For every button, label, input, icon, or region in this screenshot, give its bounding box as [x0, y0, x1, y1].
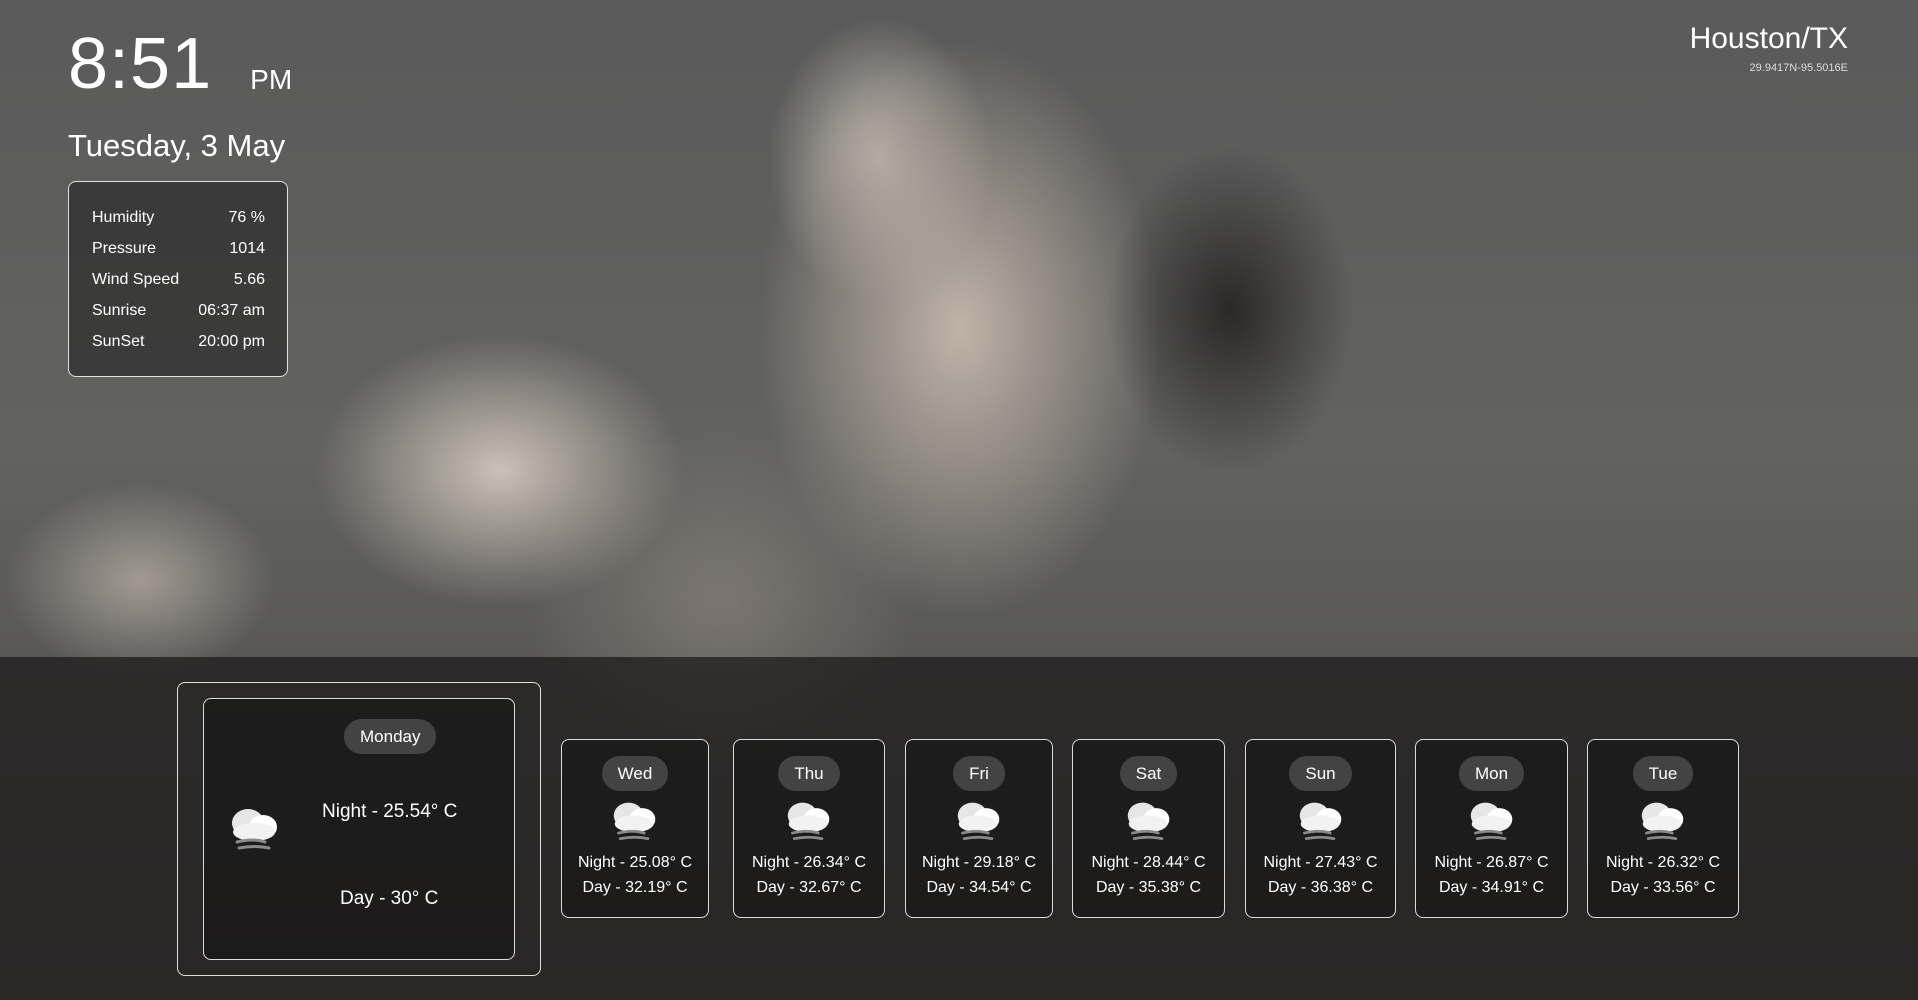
today-day-temp: Day - 30° C [340, 888, 439, 909]
stat-value: 06:37 am [198, 302, 265, 319]
cloud-wind-icon [787, 802, 830, 840]
weather-stats-panel: Humidity 76 % Pressure 1014 Wind Speed 5… [68, 181, 288, 377]
forecast-day-temp: Day - 36.38° C [1267, 879, 1374, 896]
stat-label: Pressure [92, 240, 157, 257]
forecast-day-label: Sun [1289, 756, 1352, 791]
clock-time: 8:51 [68, 24, 213, 104]
stat-row-sunset: SunSet 20:00 pm [92, 326, 265, 357]
forecast-card-wed: Wed Night - 25.08° C Day - 32.19° C [561, 739, 709, 918]
cloud-wind-icon [1470, 802, 1512, 840]
forecast-day-temp: Day - 34.91° C [1438, 879, 1545, 896]
stat-value: 1014 [229, 240, 265, 257]
city-name: Houston/TX [1689, 22, 1848, 55]
cloud-wind-icon [1641, 802, 1684, 840]
clock: 8:51 PM [68, 28, 292, 100]
forecast-day-label: Fri [953, 756, 1005, 791]
forecast-day-label: Thu [778, 756, 840, 791]
stat-row-sunrise: Sunrise 06:37 am [92, 295, 265, 326]
forecast-day-label: Tue [1632, 756, 1694, 791]
stat-label: SunSet [92, 333, 145, 350]
forecast-night-temp: Night - 26.34° C [751, 854, 866, 871]
forecast-night-temp: Night - 29.18° C [921, 854, 1036, 871]
stat-label: Wind Speed [92, 271, 180, 288]
forecast-day-temp: Day - 32.19° C [582, 879, 688, 896]
forecast-card-tue: Tue Night - 26.32° C Day - 33.56° C [1587, 739, 1739, 918]
stat-row-humidity: Humidity 76 % [92, 202, 265, 233]
coordinates: 29.9417N-95.5016E [1749, 62, 1848, 74]
forecast-night-temp: Night - 27.43° C [1263, 854, 1378, 871]
forecast-day-temp: Day - 34.54° C [926, 879, 1032, 896]
cloud-wind-icon [1299, 802, 1341, 840]
stat-row-wind-speed: Wind Speed 5.66 [92, 264, 265, 295]
forecast-card-sat: Sat Night - 28.44° C Day - 35.38° C [1072, 739, 1225, 918]
stat-value: 76 % [228, 209, 265, 226]
stat-value: 5.66 [233, 271, 265, 288]
stat-row-pressure: Pressure 1014 [92, 233, 265, 264]
cloud-wind-icon [613, 802, 656, 840]
forecast-day-temp: Day - 33.56° C [1610, 879, 1716, 896]
forecast-night-temp: Night - 26.32° C [1605, 854, 1720, 871]
cloud-wind-icon [225, 804, 285, 856]
forecast-night-temp: Night - 28.44° C [1091, 854, 1206, 871]
today-day-label: Monday [344, 719, 437, 754]
forecast-card-mon: Mon Night - 26.87° C Day - 34.91° C [1415, 739, 1568, 918]
forecast-day-label: Wed [601, 756, 669, 791]
cloud-wind-icon [957, 802, 1000, 840]
forecast-day-label: Sat [1119, 756, 1178, 791]
stat-value: 20:00 pm [198, 333, 265, 350]
today-night-temp: Night - 25.54° C [322, 801, 458, 822]
forecast-day-temp: Day - 35.38° C [1095, 879, 1202, 896]
forecast-card-thu: Thu Night - 26.34° C Day - 32.67° C [733, 739, 885, 918]
current-date: Tuesday, 3 May [68, 128, 286, 163]
clock-ampm: PM [250, 64, 293, 95]
forecast-day-label: Mon [1458, 756, 1525, 791]
forecast-card-sun: Sun Night - 27.43° C Day - 36.38° C [1245, 739, 1396, 918]
stat-label: Humidity [92, 209, 155, 226]
forecast-card-fri: Fri Night - 29.18° C Day - 34.54° C [905, 739, 1053, 918]
location: Houston/TX 29.9417N-95.5016E [1690, 22, 1848, 74]
forecast-night-temp: Night - 26.87° C [1434, 854, 1549, 871]
cloud-wind-icon [1127, 802, 1169, 840]
stat-label: Sunrise [92, 302, 147, 319]
forecast-night-temp: Night - 25.08° C [577, 854, 692, 871]
forecast-day-temp: Day - 32.67° C [756, 879, 862, 896]
